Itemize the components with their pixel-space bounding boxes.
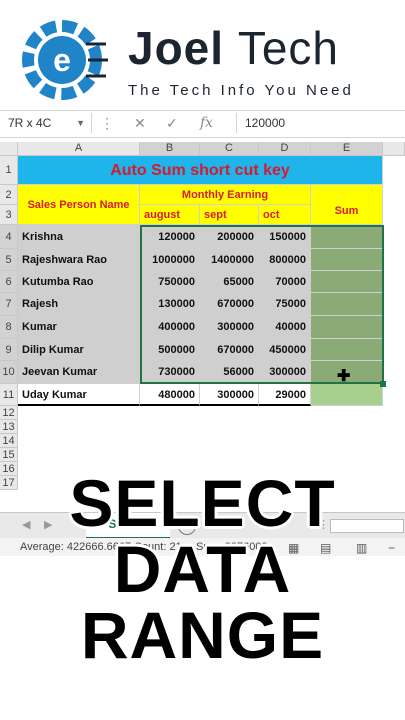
row-header[interactable]: 8 — [0, 316, 18, 339]
cell-august[interactable]: 400000 — [140, 316, 200, 339]
cell-sum[interactable] — [311, 225, 383, 249]
cell-august[interactable]: 730000 — [140, 361, 200, 384]
brand-name: Joel Tech — [128, 22, 339, 74]
close-icon[interactable]: ✕ — [134, 113, 146, 133]
worksheet-grid[interactable]: A B C D E 1 2 3 4 5 6 7 8 9 10 11 12 13 … — [0, 142, 405, 512]
row-header[interactable]: 10 — [0, 361, 18, 384]
row-header[interactable]: 4 — [0, 225, 18, 249]
cell-sum[interactable] — [311, 316, 383, 339]
column-header-a[interactable]: A — [18, 142, 140, 156]
cell-sept[interactable]: 1400000 — [200, 249, 259, 271]
header-sales-person[interactable]: Sales Person Name — [18, 185, 140, 225]
cell-sept[interactable]: 670000 — [200, 293, 259, 316]
header-month-august[interactable]: august — [140, 205, 200, 225]
cell-sept[interactable]: 56000 — [200, 361, 259, 384]
cell-august[interactable]: 1000000 — [140, 249, 200, 271]
cell-sept[interactable]: 300000 — [200, 316, 259, 339]
column-header-e[interactable]: E — [311, 142, 383, 156]
formula-input[interactable]: 120000 — [236, 113, 405, 133]
cell-name[interactable]: Uday Kumar — [18, 384, 140, 406]
cell-sept[interactable]: 65000 — [200, 271, 259, 293]
brand-name-bold: Joel — [128, 22, 225, 74]
row-header[interactable]: 14 — [0, 434, 18, 448]
column-header-c[interactable]: C — [200, 142, 259, 156]
name-box-value: 7R x 4C — [8, 116, 52, 130]
row-header[interactable]: 5 — [0, 249, 18, 271]
cell-name[interactable]: Rajesh — [18, 293, 140, 316]
overlay-caption: SELECT DATA RANGE — [0, 470, 405, 668]
caption-line-2: DATA — [113, 532, 292, 606]
cell-august[interactable]: 130000 — [140, 293, 200, 316]
cell-oct[interactable]: 70000 — [259, 271, 311, 293]
column-header-b[interactable]: B — [140, 142, 200, 156]
select-all-corner[interactable] — [0, 142, 18, 156]
name-box[interactable]: 7R x 4C ▼ — [0, 113, 92, 133]
column-header-f[interactable] — [383, 142, 405, 156]
cell-sum[interactable] — [311, 293, 383, 316]
logo-letter: e — [53, 42, 71, 78]
cell-name[interactable]: Dilip Kumar — [18, 339, 140, 361]
cell-oct[interactable]: 300000 — [259, 361, 311, 384]
cell-august[interactable]: 120000 — [140, 225, 200, 249]
row-header[interactable]: 11 — [0, 384, 18, 406]
row-header[interactable]: 9 — [0, 339, 18, 361]
cell-oct[interactable]: 75000 — [259, 293, 311, 316]
row-header[interactable]: 15 — [0, 448, 18, 462]
header-month-oct[interactable]: oct — [259, 205, 311, 225]
chevron-down-icon[interactable]: ▼ — [76, 113, 85, 133]
cell-sept[interactable]: 670000 — [200, 339, 259, 361]
formula-bar: 7R x 4C ▼ ⋮ ✕ ✓ fx 120000 — [0, 110, 405, 138]
cell-oct[interactable]: 800000 — [259, 249, 311, 271]
gear-logo-icon: e — [22, 20, 108, 100]
cell-sept[interactable]: 300000 — [200, 384, 259, 406]
cell-sum[interactable] — [311, 249, 383, 271]
fill-handle[interactable] — [380, 381, 386, 387]
cross-cursor-icon: ✚ — [337, 368, 351, 385]
cell-name[interactable]: Kutumba Rao — [18, 271, 140, 293]
cell-oct[interactable]: 40000 — [259, 316, 311, 339]
cell-august[interactable]: 500000 — [140, 339, 200, 361]
cell-name[interactable]: Krishna — [18, 225, 140, 249]
caption-line-1: SELECT — [69, 466, 336, 540]
more-icon[interactable]: ⋮ — [100, 113, 114, 133]
cell-oct[interactable]: 150000 — [259, 225, 311, 249]
cell-name[interactable]: Jeevan Kumar — [18, 361, 140, 384]
row-header[interactable]: 3 — [0, 205, 18, 225]
brand-tagline: The Tech Info You Need — [128, 82, 354, 99]
row-header[interactable]: 13 — [0, 420, 18, 434]
brand-name-light: Tech — [237, 22, 339, 74]
cell-august[interactable]: 480000 — [140, 384, 200, 406]
brand-banner: e Joel Tech The Tech Info You Need — [0, 0, 405, 108]
cell-sum[interactable] — [311, 384, 383, 406]
header-monthly-earning[interactable]: Monthly Earning — [140, 185, 311, 205]
row-header[interactable]: 6 — [0, 271, 18, 293]
header-sum[interactable]: Sum — [311, 185, 383, 225]
header-month-sept[interactable]: sept — [200, 205, 259, 225]
cell-oct[interactable]: 29000 — [259, 384, 311, 406]
column-header-d[interactable]: D — [259, 142, 311, 156]
check-icon[interactable]: ✓ — [166, 113, 178, 133]
cell-name[interactable]: Rajeshwara Rao — [18, 249, 140, 271]
row-header[interactable]: 12 — [0, 406, 18, 420]
function-icon[interactable]: fx — [200, 113, 213, 133]
cell-sum[interactable] — [311, 271, 383, 293]
cell-august[interactable]: 750000 — [140, 271, 200, 293]
row-header[interactable]: 7 — [0, 293, 18, 316]
cell-oct[interactable]: 450000 — [259, 339, 311, 361]
caption-line-3: RANGE — [80, 598, 325, 672]
row-header[interactable]: 2 — [0, 185, 18, 205]
row-header[interactable]: 1 — [0, 156, 18, 185]
cell-sept[interactable]: 200000 — [200, 225, 259, 249]
cell-sum[interactable] — [311, 339, 383, 361]
sheet-title-cell[interactable]: Auto Sum short cut key — [18, 156, 383, 185]
cell-name[interactable]: Kumar — [18, 316, 140, 339]
